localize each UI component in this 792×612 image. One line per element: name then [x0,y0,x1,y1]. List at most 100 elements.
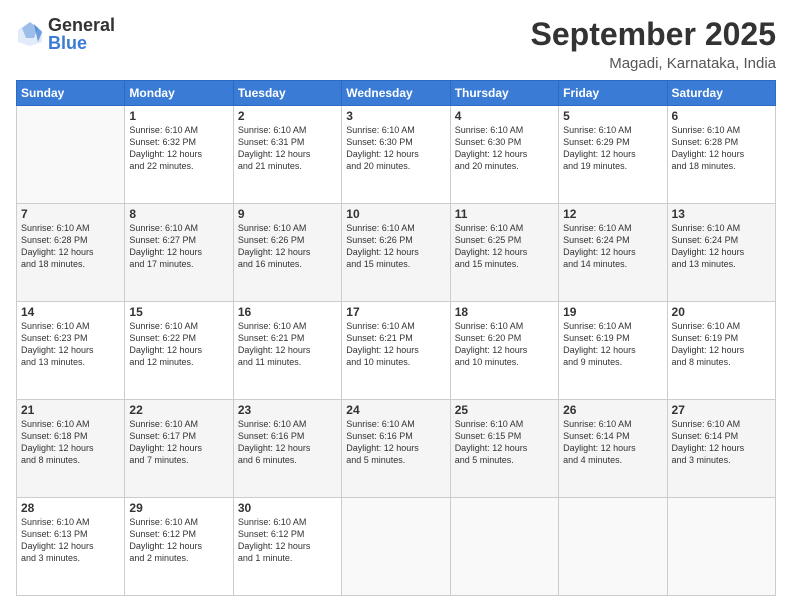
day-number: 16 [238,305,337,319]
day-info: Sunrise: 6:10 AM Sunset: 6:16 PM Dayligh… [238,418,337,467]
day-info: Sunrise: 6:10 AM Sunset: 6:20 PM Dayligh… [455,320,554,369]
calendar-cell: 15Sunrise: 6:10 AM Sunset: 6:22 PM Dayli… [125,302,233,400]
day-number: 9 [238,207,337,221]
location-title: Magadi, Karnataka, India [531,55,776,72]
day-info: Sunrise: 6:10 AM Sunset: 6:28 PM Dayligh… [21,222,120,271]
day-info: Sunrise: 6:10 AM Sunset: 6:15 PM Dayligh… [455,418,554,467]
calendar-cell: 26Sunrise: 6:10 AM Sunset: 6:14 PM Dayli… [559,400,667,498]
day-info: Sunrise: 6:10 AM Sunset: 6:14 PM Dayligh… [672,418,771,467]
logo-blue-text: Blue [48,34,115,52]
day-number: 20 [672,305,771,319]
day-number: 30 [238,501,337,515]
calendar-cell: 9Sunrise: 6:10 AM Sunset: 6:26 PM Daylig… [233,204,341,302]
day-number: 15 [129,305,228,319]
day-header-saturday: Saturday [667,81,775,106]
day-info: Sunrise: 6:10 AM Sunset: 6:26 PM Dayligh… [238,222,337,271]
day-info: Sunrise: 6:10 AM Sunset: 6:14 PM Dayligh… [563,418,662,467]
day-info: Sunrise: 6:10 AM Sunset: 6:31 PM Dayligh… [238,124,337,173]
day-info: Sunrise: 6:10 AM Sunset: 6:22 PM Dayligh… [129,320,228,369]
day-number: 24 [346,403,445,417]
day-number: 8 [129,207,228,221]
calendar-cell [342,498,450,596]
day-number: 13 [672,207,771,221]
day-number: 28 [21,501,120,515]
day-number: 14 [21,305,120,319]
day-info: Sunrise: 6:10 AM Sunset: 6:17 PM Dayligh… [129,418,228,467]
day-info: Sunrise: 6:10 AM Sunset: 6:13 PM Dayligh… [21,516,120,565]
title-block: September 2025 Magadi, Karnataka, India [531,16,776,72]
calendar-cell: 10Sunrise: 6:10 AM Sunset: 6:26 PM Dayli… [342,204,450,302]
calendar-cell: 23Sunrise: 6:10 AM Sunset: 6:16 PM Dayli… [233,400,341,498]
calendar-cell: 30Sunrise: 6:10 AM Sunset: 6:12 PM Dayli… [233,498,341,596]
calendar-week-row: 21Sunrise: 6:10 AM Sunset: 6:18 PM Dayli… [17,400,776,498]
day-number: 4 [455,109,554,123]
day-info: Sunrise: 6:10 AM Sunset: 6:24 PM Dayligh… [672,222,771,271]
day-info: Sunrise: 6:10 AM Sunset: 6:16 PM Dayligh… [346,418,445,467]
day-number: 25 [455,403,554,417]
day-number: 29 [129,501,228,515]
day-number: 17 [346,305,445,319]
calendar-cell: 13Sunrise: 6:10 AM Sunset: 6:24 PM Dayli… [667,204,775,302]
calendar-cell: 18Sunrise: 6:10 AM Sunset: 6:20 PM Dayli… [450,302,558,400]
calendar-cell: 3Sunrise: 6:10 AM Sunset: 6:30 PM Daylig… [342,106,450,204]
day-info: Sunrise: 6:10 AM Sunset: 6:18 PM Dayligh… [21,418,120,467]
day-number: 7 [21,207,120,221]
logo: General Blue [16,16,115,52]
day-info: Sunrise: 6:10 AM Sunset: 6:21 PM Dayligh… [346,320,445,369]
calendar-cell: 21Sunrise: 6:10 AM Sunset: 6:18 PM Dayli… [17,400,125,498]
logo-general-text: General [48,16,115,34]
calendar-cell: 5Sunrise: 6:10 AM Sunset: 6:29 PM Daylig… [559,106,667,204]
day-number: 1 [129,109,228,123]
calendar-cell: 17Sunrise: 6:10 AM Sunset: 6:21 PM Dayli… [342,302,450,400]
day-header-monday: Monday [125,81,233,106]
calendar-cell [667,498,775,596]
calendar-week-row: 1Sunrise: 6:10 AM Sunset: 6:32 PM Daylig… [17,106,776,204]
day-info: Sunrise: 6:10 AM Sunset: 6:21 PM Dayligh… [238,320,337,369]
calendar-cell: 29Sunrise: 6:10 AM Sunset: 6:12 PM Dayli… [125,498,233,596]
calendar-week-row: 28Sunrise: 6:10 AM Sunset: 6:13 PM Dayli… [17,498,776,596]
header: General Blue September 2025 Magadi, Karn… [16,16,776,72]
calendar-cell: 28Sunrise: 6:10 AM Sunset: 6:13 PM Dayli… [17,498,125,596]
day-number: 6 [672,109,771,123]
day-info: Sunrise: 6:10 AM Sunset: 6:26 PM Dayligh… [346,222,445,271]
calendar-cell: 14Sunrise: 6:10 AM Sunset: 6:23 PM Dayli… [17,302,125,400]
calendar-cell: 8Sunrise: 6:10 AM Sunset: 6:27 PM Daylig… [125,204,233,302]
logo-icon [16,20,44,48]
day-number: 19 [563,305,662,319]
day-info: Sunrise: 6:10 AM Sunset: 6:30 PM Dayligh… [346,124,445,173]
day-header-friday: Friday [559,81,667,106]
day-info: Sunrise: 6:10 AM Sunset: 6:12 PM Dayligh… [238,516,337,565]
day-number: 11 [455,207,554,221]
day-info: Sunrise: 6:10 AM Sunset: 6:28 PM Dayligh… [672,124,771,173]
calendar-cell [559,498,667,596]
calendar-cell: 20Sunrise: 6:10 AM Sunset: 6:19 PM Dayli… [667,302,775,400]
calendar-cell: 1Sunrise: 6:10 AM Sunset: 6:32 PM Daylig… [125,106,233,204]
day-number: 3 [346,109,445,123]
day-header-wednesday: Wednesday [342,81,450,106]
calendar-cell: 16Sunrise: 6:10 AM Sunset: 6:21 PM Dayli… [233,302,341,400]
day-number: 21 [21,403,120,417]
calendar-cell: 6Sunrise: 6:10 AM Sunset: 6:28 PM Daylig… [667,106,775,204]
page: General Blue September 2025 Magadi, Karn… [0,0,792,612]
day-info: Sunrise: 6:10 AM Sunset: 6:23 PM Dayligh… [21,320,120,369]
calendar-week-row: 14Sunrise: 6:10 AM Sunset: 6:23 PM Dayli… [17,302,776,400]
day-header-tuesday: Tuesday [233,81,341,106]
calendar-cell: 27Sunrise: 6:10 AM Sunset: 6:14 PM Dayli… [667,400,775,498]
day-info: Sunrise: 6:10 AM Sunset: 6:19 PM Dayligh… [563,320,662,369]
day-info: Sunrise: 6:10 AM Sunset: 6:27 PM Dayligh… [129,222,228,271]
calendar-cell [450,498,558,596]
day-info: Sunrise: 6:10 AM Sunset: 6:24 PM Dayligh… [563,222,662,271]
day-header-thursday: Thursday [450,81,558,106]
day-number: 18 [455,305,554,319]
day-number: 26 [563,403,662,417]
logo-text: General Blue [48,16,115,52]
calendar-cell [17,106,125,204]
month-title: September 2025 [531,16,776,53]
calendar-cell: 19Sunrise: 6:10 AM Sunset: 6:19 PM Dayli… [559,302,667,400]
day-info: Sunrise: 6:10 AM Sunset: 6:32 PM Dayligh… [129,124,228,173]
day-header-sunday: Sunday [17,81,125,106]
day-number: 5 [563,109,662,123]
day-info: Sunrise: 6:10 AM Sunset: 6:12 PM Dayligh… [129,516,228,565]
day-info: Sunrise: 6:10 AM Sunset: 6:25 PM Dayligh… [455,222,554,271]
day-number: 23 [238,403,337,417]
